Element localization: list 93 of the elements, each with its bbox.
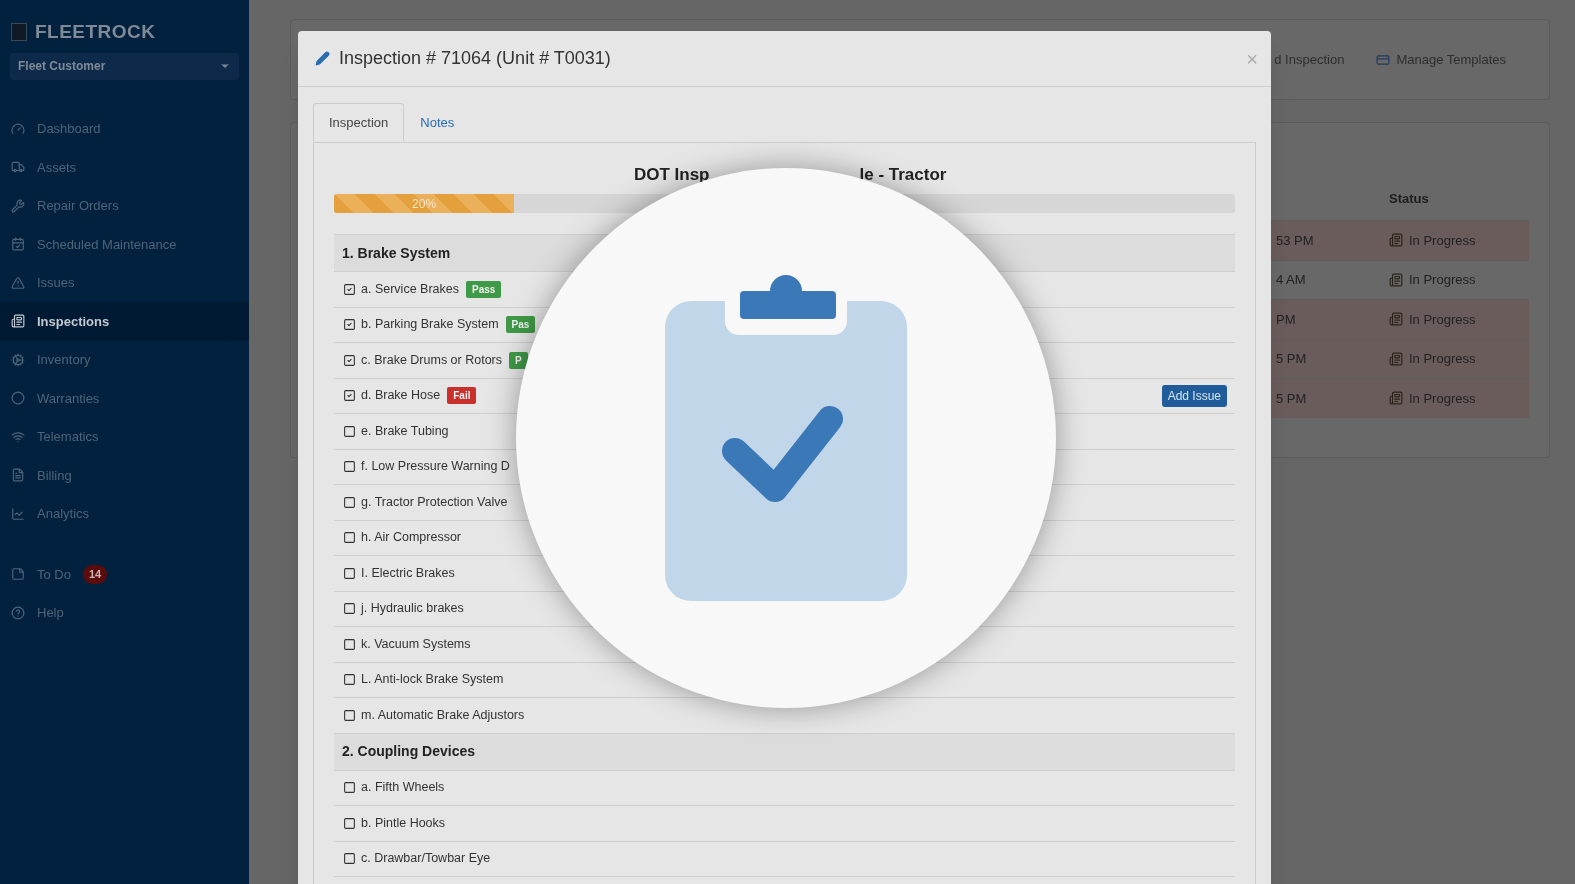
card-icon bbox=[1376, 52, 1391, 67]
account-select[interactable]: Fleet Customer bbox=[10, 52, 239, 80]
status-cell-text: In Progress bbox=[1409, 389, 1476, 408]
checkbox[interactable] bbox=[343, 602, 356, 616]
note-icon bbox=[11, 567, 25, 582]
list-card-icon bbox=[1389, 312, 1403, 327]
checkbox[interactable] bbox=[343, 389, 356, 403]
close-button[interactable]: × bbox=[1246, 48, 1258, 69]
tab[interactable]: Inspection bbox=[313, 103, 405, 142]
wifi-icon bbox=[11, 429, 25, 444]
checklist-item: b. Pintle Hooks bbox=[361, 814, 446, 832]
checklist-item: g. Tractor Protection Valve bbox=[361, 493, 508, 511]
result-label: P bbox=[509, 351, 528, 369]
checklist-item: I. Electric Brakes bbox=[361, 564, 455, 582]
status-cell-text: In Progress bbox=[1409, 310, 1476, 329]
sidebar-item[interactable]: Inspections bbox=[0, 302, 249, 341]
count-badge: 14 bbox=[82, 565, 108, 584]
status-cell-text: In Progress bbox=[1409, 231, 1476, 250]
sidebar-link[interactable]: Help bbox=[37, 603, 64, 623]
checklist-item: f. Low Pressure Warning D bbox=[361, 458, 510, 476]
help-icon bbox=[11, 605, 25, 620]
wrench-icon bbox=[11, 198, 25, 213]
column-header: Status bbox=[1389, 190, 1430, 208]
sidebar-item[interactable]: Inventory bbox=[0, 340, 249, 379]
checklist-item: h. Air Compressor bbox=[361, 529, 462, 547]
checklist-item: a. Service Brakes bbox=[361, 280, 459, 298]
sidebar-item[interactable]: Assets bbox=[0, 148, 249, 187]
checklist-item: b. Parking Brake System bbox=[361, 316, 499, 334]
sidebar-item[interactable]: Warranties bbox=[0, 379, 249, 418]
sidebar-item[interactable]: Repair Orders bbox=[0, 186, 249, 225]
sidebar-item[interactable]: Scheduled Maintenance bbox=[0, 225, 249, 264]
sidebar-item[interactable]: Analytics bbox=[0, 494, 249, 533]
toolbar-link[interactable]: Manage Templates bbox=[1396, 50, 1506, 70]
document-icon bbox=[11, 468, 25, 483]
sidebar-item[interactable]: Dashboard bbox=[0, 109, 249, 148]
line-chart-icon bbox=[11, 506, 25, 521]
sidebar-item[interactable]: Billing bbox=[0, 456, 249, 495]
status-cell-text: In Progress bbox=[1409, 271, 1476, 289]
logo-icon bbox=[11, 23, 27, 42]
checklist-heading: DOT Insp bbox=[633, 164, 710, 186]
checkbox[interactable] bbox=[343, 708, 356, 722]
checkbox[interactable] bbox=[343, 781, 356, 795]
checklist-item: L. Anti-lock Brake System bbox=[361, 671, 504, 689]
sidebar-link[interactable]: To Do bbox=[37, 564, 71, 584]
toolbar-link[interactable]: d Inspection bbox=[1274, 50, 1345, 70]
result-label: Fail bbox=[447, 387, 477, 405]
table-cell-text: 53 PM bbox=[1276, 231, 1315, 250]
tab[interactable]: Notes bbox=[404, 103, 471, 142]
checklist-item: d. Brake Hose bbox=[361, 387, 441, 405]
checklist-item: a. Fifth Wheels bbox=[361, 779, 445, 797]
checkbox[interactable] bbox=[343, 816, 356, 830]
add-issue-button[interactable]: Add Issue bbox=[1161, 384, 1227, 407]
checkbox[interactable] bbox=[343, 673, 356, 687]
checkbox[interactable] bbox=[343, 282, 356, 296]
checklist-item: c. Brake Drums or Rotors bbox=[361, 351, 502, 369]
pencil-icon bbox=[315, 51, 330, 66]
checkbox[interactable] bbox=[343, 318, 356, 332]
sidebar-item[interactable]: Issues bbox=[0, 263, 249, 302]
section-header: 2. Coupling Devices bbox=[334, 733, 1235, 771]
warning-icon bbox=[11, 275, 25, 290]
table-cell-text: 4 AM bbox=[1276, 271, 1307, 289]
checkbox[interactable] bbox=[343, 495, 356, 509]
table-cell-text: 5 PM bbox=[1276, 389, 1308, 408]
sidebar-item[interactable]: Telematics bbox=[0, 417, 249, 456]
table-cell-text: PM bbox=[1276, 310, 1297, 329]
checkbox[interactable] bbox=[343, 852, 356, 866]
checklist-item: m. Automatic Brake Adjustors bbox=[361, 706, 525, 724]
checklist-item: e. Brake Tubing bbox=[361, 422, 449, 440]
progress-fill: 20% bbox=[334, 194, 515, 213]
status-cell-text: In Progress bbox=[1409, 350, 1476, 368]
gauge-icon bbox=[11, 121, 25, 136]
list-card-icon bbox=[1389, 351, 1403, 366]
checklist-item: c. Drawbar/Towbar Eye bbox=[361, 850, 491, 868]
calendar-icon bbox=[11, 237, 25, 252]
brand-name: FLEETROCK bbox=[35, 20, 156, 44]
table-cell-text: 5 PM bbox=[1276, 350, 1308, 368]
result-label: Pass bbox=[465, 280, 502, 298]
checklist-item: k. Vacuum Systems bbox=[361, 635, 471, 653]
list-card-icon bbox=[11, 314, 25, 329]
checkbox[interactable] bbox=[343, 637, 356, 651]
modal-title: Inspection # 71064 (Unit # T0031) bbox=[339, 47, 611, 70]
checkbox[interactable] bbox=[343, 460, 356, 474]
checkbox[interactable] bbox=[343, 531, 356, 545]
checkbox[interactable] bbox=[343, 566, 356, 580]
list-card-icon bbox=[1389, 391, 1403, 406]
checkbox[interactable] bbox=[343, 353, 356, 367]
list-card-icon bbox=[1389, 233, 1403, 248]
list-card-icon bbox=[1389, 272, 1403, 287]
checkbox[interactable] bbox=[343, 424, 356, 438]
checklist-heading: le - Tractor bbox=[859, 164, 947, 186]
truck-icon bbox=[11, 160, 25, 175]
result-label: Pas bbox=[505, 316, 536, 334]
checklist-item: j. Hydraulic brakes bbox=[361, 600, 464, 618]
